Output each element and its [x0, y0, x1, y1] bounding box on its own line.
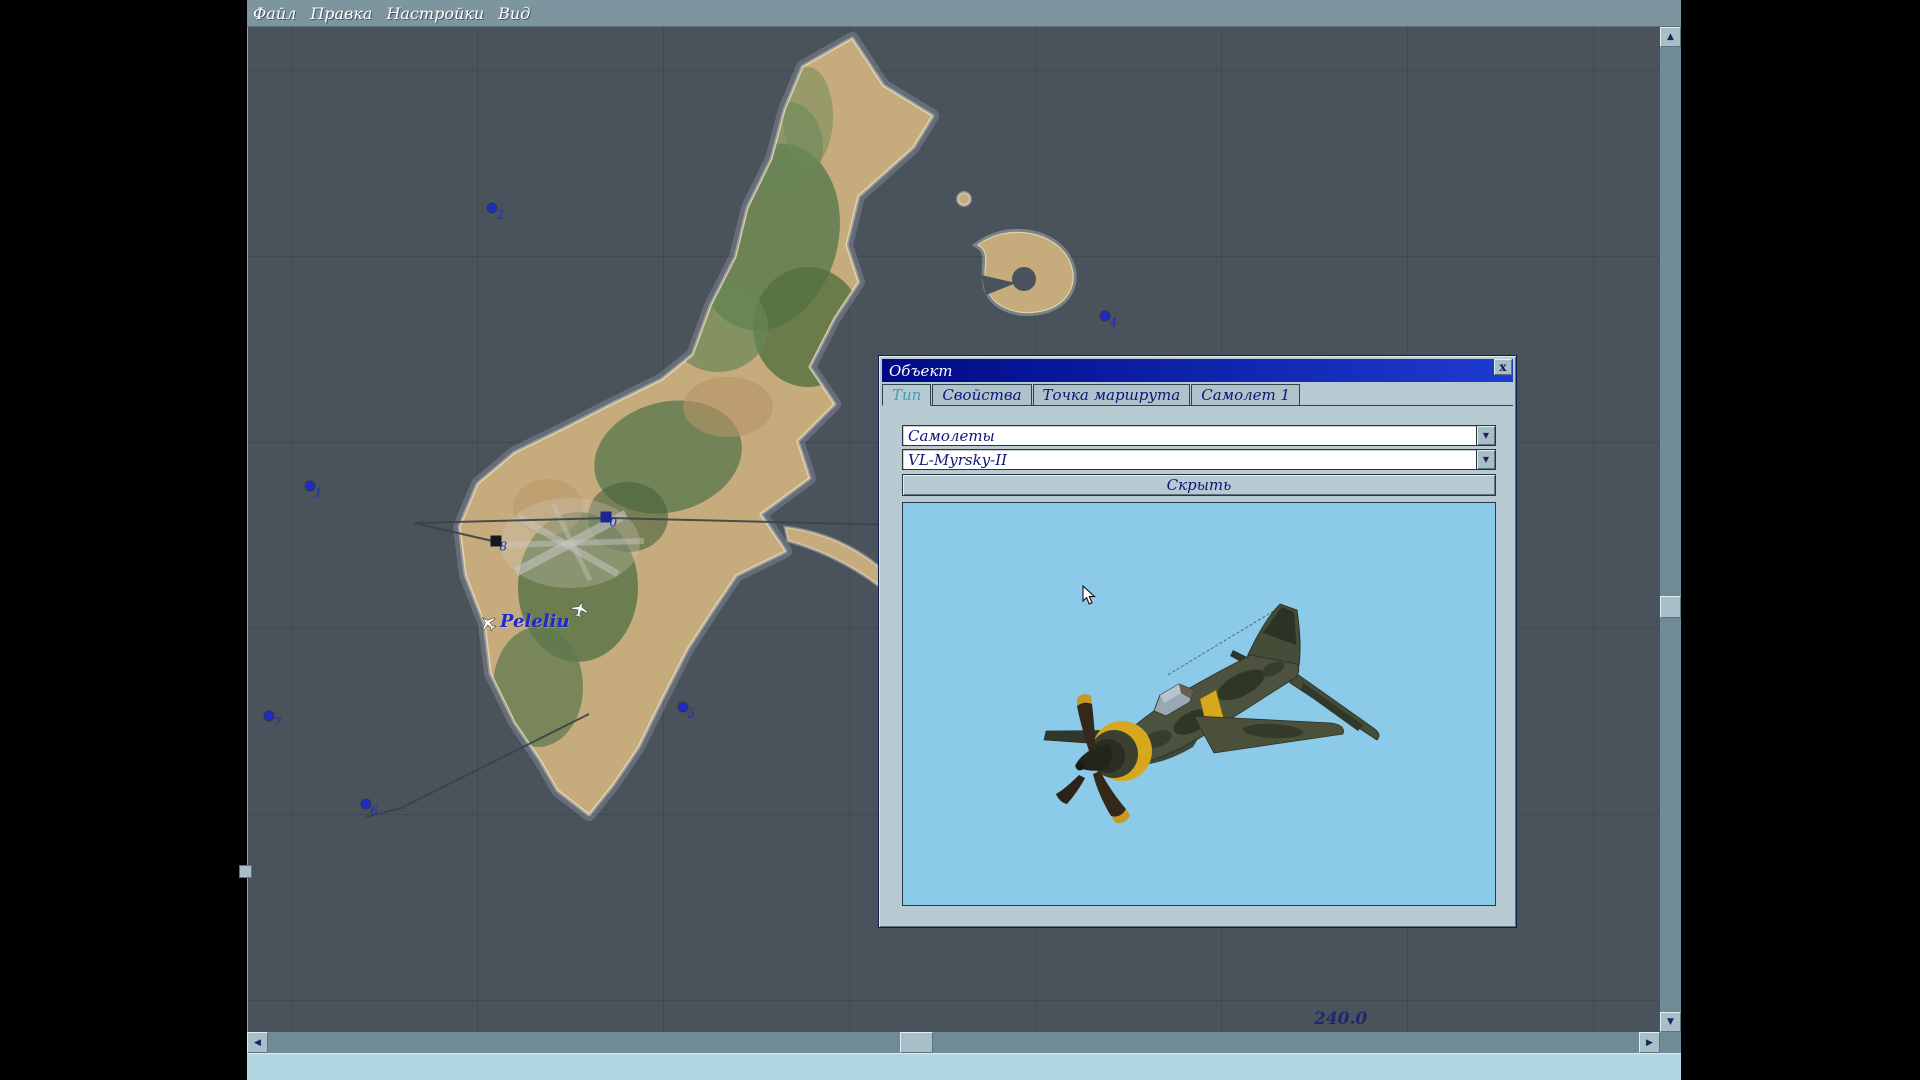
aircraft-render [1043, 603, 1380, 824]
arrow-right-icon: ▶ [1646, 1037, 1653, 1048]
chevron-down-icon[interactable]: ▼ [1476, 426, 1495, 445]
waypoint-7[interactable]: 7 [264, 711, 281, 730]
mouse-cursor [1082, 585, 1096, 605]
close-icon: x [1499, 360, 1507, 374]
category-value: Самолеты [908, 426, 995, 445]
object-dialog: Объект x Тип Свойства Точка маршрута Сам… [879, 356, 1516, 927]
waypoint-label: 0 [609, 515, 618, 530]
menu-view[interactable]: Вид [498, 4, 530, 23]
waypoint-label: 8 [499, 539, 508, 554]
chevron-down-icon[interactable]: ▼ [1476, 450, 1495, 469]
waypoint-label: 1 [314, 485, 323, 500]
hide-button[interactable]: Скрыть [902, 474, 1496, 496]
tab-type[interactable]: Тип [882, 384, 932, 406]
waypoint-1[interactable]: 1 [305, 481, 322, 500]
menu-bar: Файл Правка Настройки Вид [247, 0, 1681, 27]
waypoint-0[interactable]: 0 [600, 511, 617, 530]
splitter-handle[interactable] [239, 865, 252, 878]
category-select[interactable]: Самолеты ▼ [902, 425, 1496, 446]
model-select[interactable]: VL-Myrsky-II ▼ [902, 449, 1496, 470]
waypoint-8[interactable]: 8 [490, 535, 507, 554]
waypoint-6[interactable]: 6 [361, 799, 378, 818]
scroll-right-button[interactable]: ▶ [1639, 1032, 1660, 1053]
letterbox-left [0, 0, 247, 1080]
status-bar [247, 1053, 1681, 1080]
vertical-scroll-thumb[interactable] [1660, 596, 1681, 618]
scrollbar-corner [1660, 1032, 1681, 1053]
dialog-title: Объект [889, 361, 953, 380]
arrow-left-icon: ◀ [254, 1037, 261, 1048]
prop-blade [1077, 702, 1096, 751]
arrow-down-icon: ▼ [1667, 1017, 1674, 1027]
waypoint-2[interactable]: 2 [487, 203, 504, 222]
map-scale-readout: 240.0 [1314, 1009, 1368, 1029]
scroll-down-button[interactable]: ▼ [1660, 1012, 1681, 1032]
tab-properties[interactable]: Свойства [932, 384, 1032, 405]
scroll-up-button[interactable]: ▲ [1660, 27, 1681, 47]
waypoint-5[interactable]: 5 [678, 702, 695, 721]
tab-waypoint[interactable]: Точка маршрута [1032, 384, 1191, 405]
prop-blade [1056, 775, 1085, 804]
vertical-scrollbar[interactable]: ▲ ▼ [1660, 27, 1681, 1032]
island-label: Peleliu [500, 611, 570, 632]
waypoint-label: 4 [1109, 315, 1118, 330]
tab-aircraft-1[interactable]: Самолет 1 [1191, 384, 1301, 405]
waypoint-4[interactable]: 4 [1100, 311, 1117, 330]
dialog-titlebar[interactable]: Объект [882, 359, 1513, 382]
waypoint-label: 7 [273, 715, 282, 730]
close-button[interactable]: x [1494, 359, 1512, 375]
menu-settings[interactable]: Настройки [386, 4, 484, 23]
arrow-up-icon: ▲ [1667, 32, 1674, 42]
scroll-left-button[interactable]: ◀ [247, 1032, 268, 1053]
app-window: Файл Правка Настройки Вид Peleliu 240.0 … [0, 0, 1920, 1080]
horizontal-scrollbar[interactable]: ◀ ▶ [247, 1032, 1660, 1053]
horizontal-scroll-thumb[interactable] [900, 1032, 933, 1053]
menu-file[interactable]: Файл [253, 4, 296, 23]
waypoint-label: 5 [687, 706, 696, 721]
letterbox-right [1681, 0, 1920, 1080]
menu-edit[interactable]: Правка [310, 4, 372, 23]
model-value: VL-Myrsky-II [908, 450, 1008, 469]
dialog-tabs: Тип Свойства Точка маршрута Самолет 1 [882, 384, 1513, 406]
dialog-body: Самолеты ▼ VL-Myrsky-II ▼ Скрыть [879, 406, 1516, 927]
aircraft-preview [902, 502, 1496, 906]
waypoint-label: 2 [496, 207, 505, 222]
waypoint-label: 6 [370, 803, 379, 818]
